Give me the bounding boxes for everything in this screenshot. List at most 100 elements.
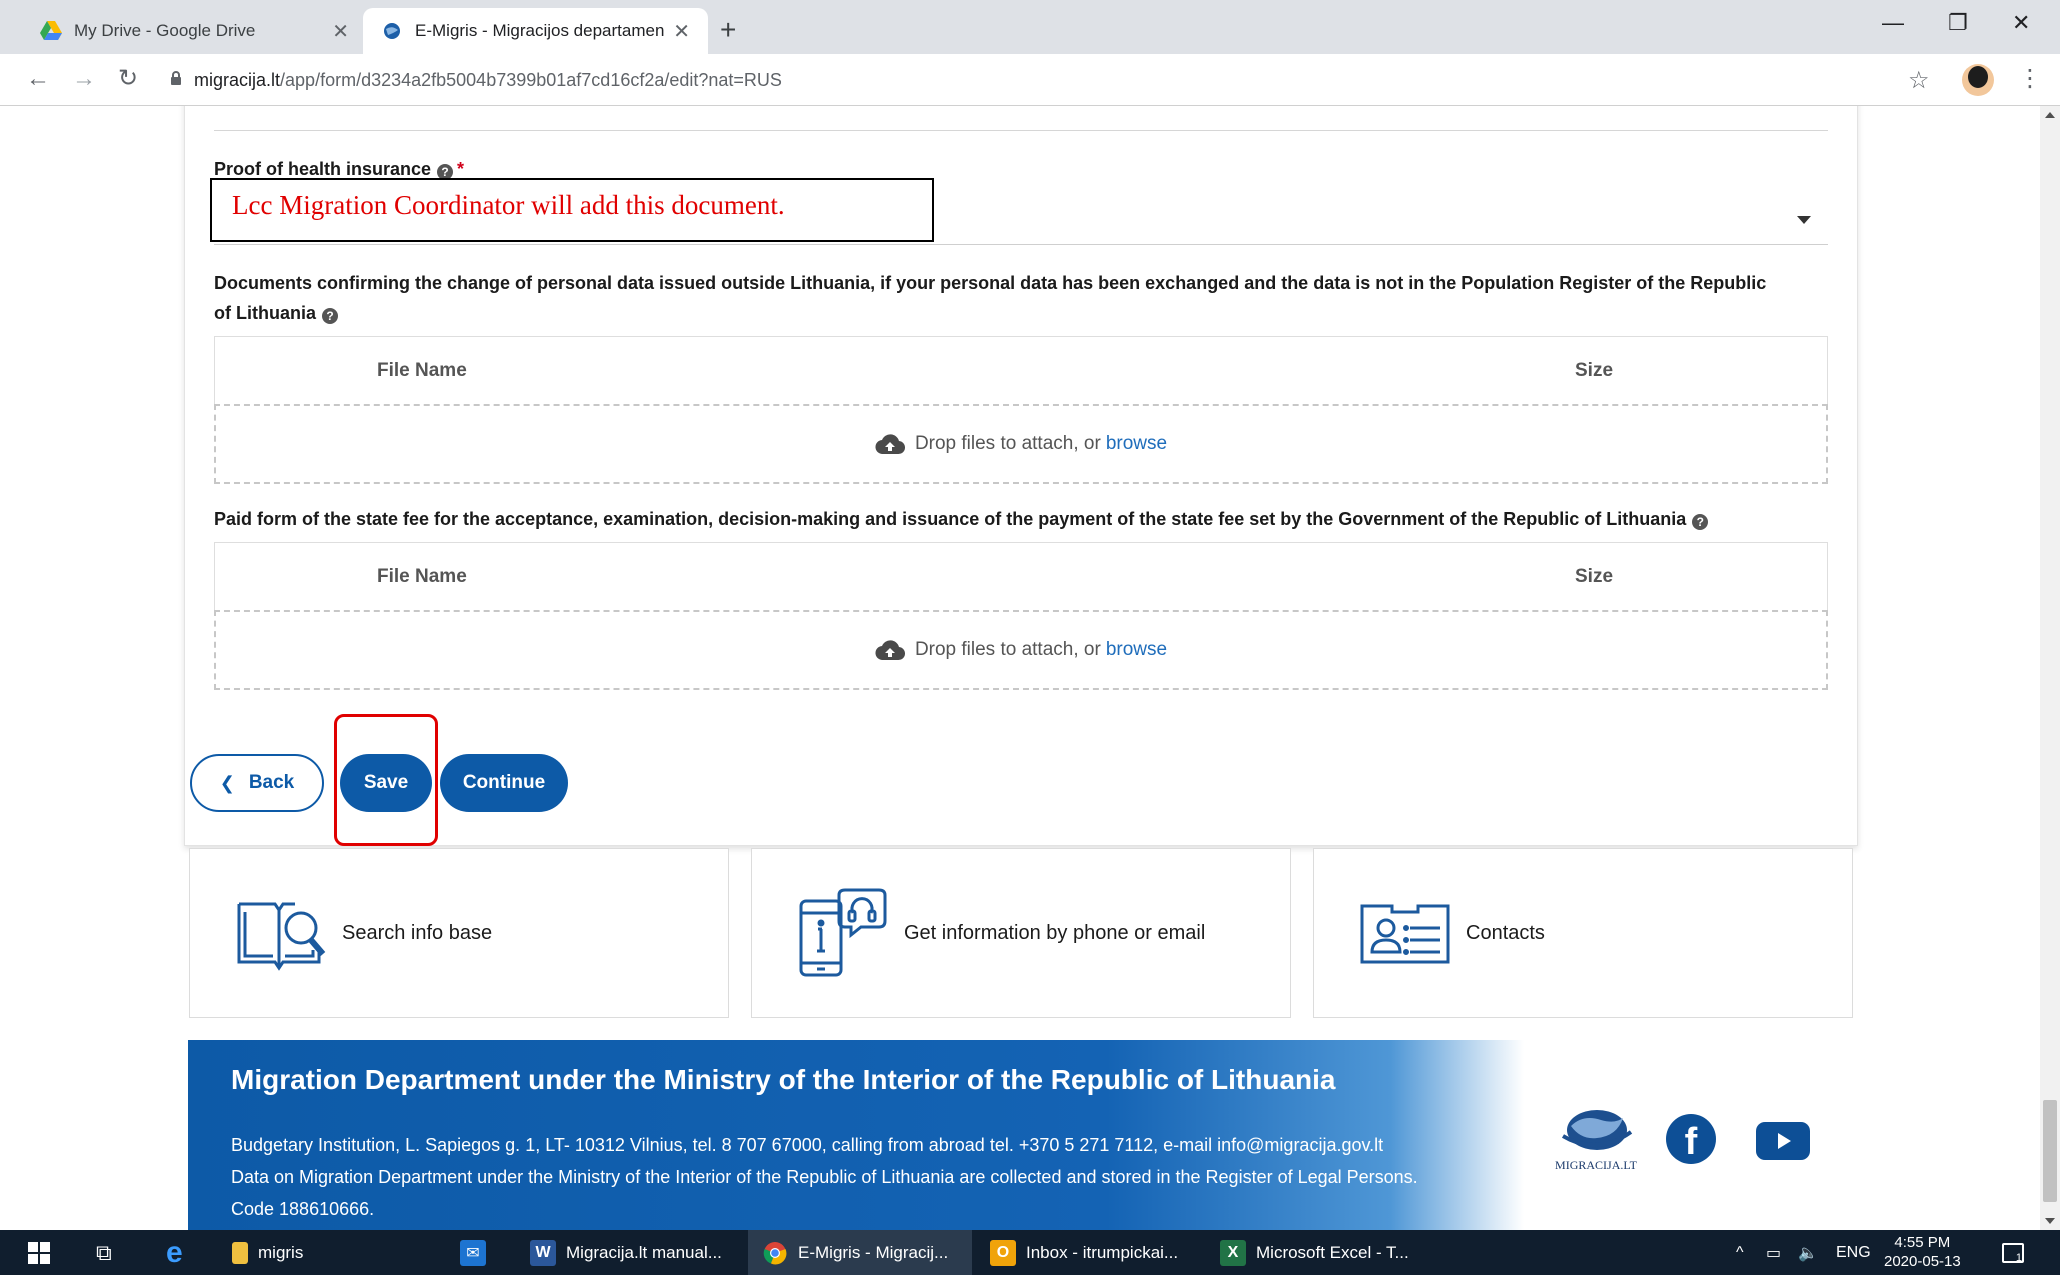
state-fee-file-table: File Name Size Drop files to attach, or … [214,542,1828,690]
mail-icon[interactable]: ✉ [460,1230,496,1275]
google-drive-icon [40,20,62,42]
profile-avatar[interactable] [1962,64,1994,96]
tab-e-migris[interactable]: E-Migris - Migracijos departamen ✕ [363,8,708,54]
notification-count: 1 [2002,1242,2024,1264]
folder-icon [232,1241,248,1264]
migracija-logo[interactable]: MIGRACIJA.LT [1548,1106,1644,1173]
taskbar-item-label: Microsoft Excel - T... [1256,1242,1409,1262]
continue-button[interactable]: Continue [440,754,568,812]
scroll-thumb[interactable] [2043,1100,2057,1202]
info-card-label: Search info base [342,921,493,944]
footer-title: Migration Department under the Ministry … [231,1064,1336,1095]
info-card-phone[interactable]: Get information by phone or email [751,848,1291,1018]
word-icon: W [530,1239,556,1266]
footer-code: Code 188610666. [231,1199,375,1219]
url-input[interactable]: migracija.lt/app/form/d3234a2fb5004b7399… [158,62,1918,98]
taskbar-excel[interactable]: X Microsoft Excel - T... [1220,1230,1409,1275]
page-viewport: Proof of health insurance? * Lcc Migratio… [0,106,2060,1230]
back-button-label: Back [248,772,295,793]
col-file-name: File Name [377,565,467,587]
close-window-icon[interactable]: ✕ [2012,10,2030,36]
scroll-down-icon[interactable] [2045,1218,2055,1224]
required-asterisk: * [457,159,465,179]
windows-taskbar: ⧉ e migris ✉ W Migracija.lt manual... E-… [0,1230,2060,1275]
annotation-highlight [334,714,438,846]
new-tab-button[interactable]: + [720,16,736,44]
personal-data-file-table: File Name Size Drop files to attach, or … [214,336,1828,484]
logo-text: MIGRACIJA.LT [1555,1158,1637,1172]
page-scrollbar[interactable] [2040,106,2060,1230]
phone-chat-icon [794,884,892,982]
taskbar-folder-migris[interactable]: migris [232,1230,303,1275]
migracija-globe-icon [381,20,403,42]
taskbar-item-label: Migracija.lt manual... [566,1242,722,1262]
task-view-icon[interactable]: ⧉ [96,1230,112,1275]
taskbar-word[interactable]: W Migracija.lt manual... [530,1230,722,1275]
scroll-up-icon[interactable] [2045,112,2055,118]
back-arrow-icon[interactable]: ← [26,64,50,94]
help-icon[interactable]: ? [1692,514,1709,530]
edge-browser-icon[interactable]: e [166,1230,183,1275]
volume-icon[interactable]: 🔈 [1798,1230,1818,1275]
browse-link[interactable]: browse [1106,433,1167,455]
tab-title: E-Migris - Migracijos departamen [415,21,665,40]
taskbar-chrome[interactable]: E-Migris - Migracij... [748,1230,972,1275]
browser-address-bar: ← → ↻ migracija.lt/app/form/d3234a2fb500… [0,54,2060,106]
info-card-label: Contacts [1466,921,1545,944]
chrome-icon [762,1240,788,1266]
windows-start-icon[interactable] [28,1230,50,1275]
taskbar-item-label: E-Migris - Migracij... [798,1242,949,1262]
health-insurance-select[interactable] [214,244,1828,245]
chevron-down-icon[interactable] [1797,216,1811,224]
back-button[interactable]: ❮ Back [190,754,324,812]
youtube-icon[interactable] [1756,1122,1810,1160]
url-host: migracija.lt [194,69,281,90]
tray-chevron-up-icon[interactable]: ^ [1736,1230,1744,1275]
personal-data-label-line2: of Lithuania [214,303,316,323]
clock-time: 4:55 PM [1894,1234,1951,1251]
col-file-name: File Name [377,359,467,381]
footer-register-info: Data on Migration Department under the M… [231,1167,1418,1187]
help-icon[interactable]: ? [322,308,338,324]
browse-link[interactable]: browse [1106,639,1167,661]
state-fee-label: Paid form of the state fee for the accep… [214,504,1709,534]
info-card-contacts[interactable]: Contacts [1313,848,1853,1018]
reload-icon[interactable]: ↻ [118,64,138,94]
book-search-icon [232,884,330,982]
contact-card-icon [1356,884,1454,982]
minimize-icon[interactable]: — [1882,10,1904,36]
language-indicator[interactable]: ENG [1836,1230,1871,1275]
forward-arrow-icon[interactable]: → [72,64,96,94]
taskbar-item-label: Inbox - itrumpickai... [1026,1242,1179,1262]
restore-icon[interactable]: ❐ [1948,10,1968,36]
facebook-icon[interactable]: f [1666,1114,1716,1164]
tab-google-drive[interactable]: My Drive - Google Drive ✕ [22,8,367,54]
url-path: /app/form/d3234a2fb5004b7399b01af7cd16cf… [280,69,782,90]
outlook-icon: O [990,1239,1016,1266]
site-footer: Migration Department under the Ministry … [188,1040,1858,1230]
col-size: Size [1575,565,1614,587]
taskbar-outlook[interactable]: O Inbox - itrumpickai... [990,1230,1178,1275]
browser-menu-icon[interactable]: ⋮ [2018,64,2042,93]
clock-date: 2020-05-13 [1884,1253,1961,1270]
excel-icon: X [1220,1239,1246,1266]
lock-icon [170,70,182,91]
file-table-header: File Name Size [214,542,1828,610]
state-fee-label-text: Paid form of the state fee for the accep… [214,509,1687,529]
tab-close-icon[interactable]: ✕ [332,19,349,44]
drop-text: Drop files to attach, or [914,433,1101,454]
annotation-note: Lcc Migration Coordinator will add this … [210,178,934,242]
file-dropzone[interactable]: Drop files to attach, or browse [214,404,1828,484]
bookmark-star-icon[interactable]: ☆ [1908,66,1930,95]
health-insurance-label-text: Proof of health insurance [214,159,432,179]
tab-close-icon[interactable]: ✕ [673,19,690,44]
info-card-search[interactable]: Search info base [189,848,729,1018]
personal-data-label-line1: Documents confirming the change of perso… [214,273,1767,293]
personal-data-label: Documents confirming the change of perso… [214,268,1766,328]
chevron-left-icon: ❮ [219,772,235,793]
taskbar-item-label: migris [258,1242,304,1262]
taskbar-clock[interactable]: 4:55 PM 2020-05-13 [1884,1233,1961,1271]
file-dropzone[interactable]: Drop files to attach, or browse [214,610,1828,690]
network-icon[interactable]: ▭ [1766,1230,1781,1275]
notifications-icon[interactable]: 1 [2002,1230,2024,1275]
